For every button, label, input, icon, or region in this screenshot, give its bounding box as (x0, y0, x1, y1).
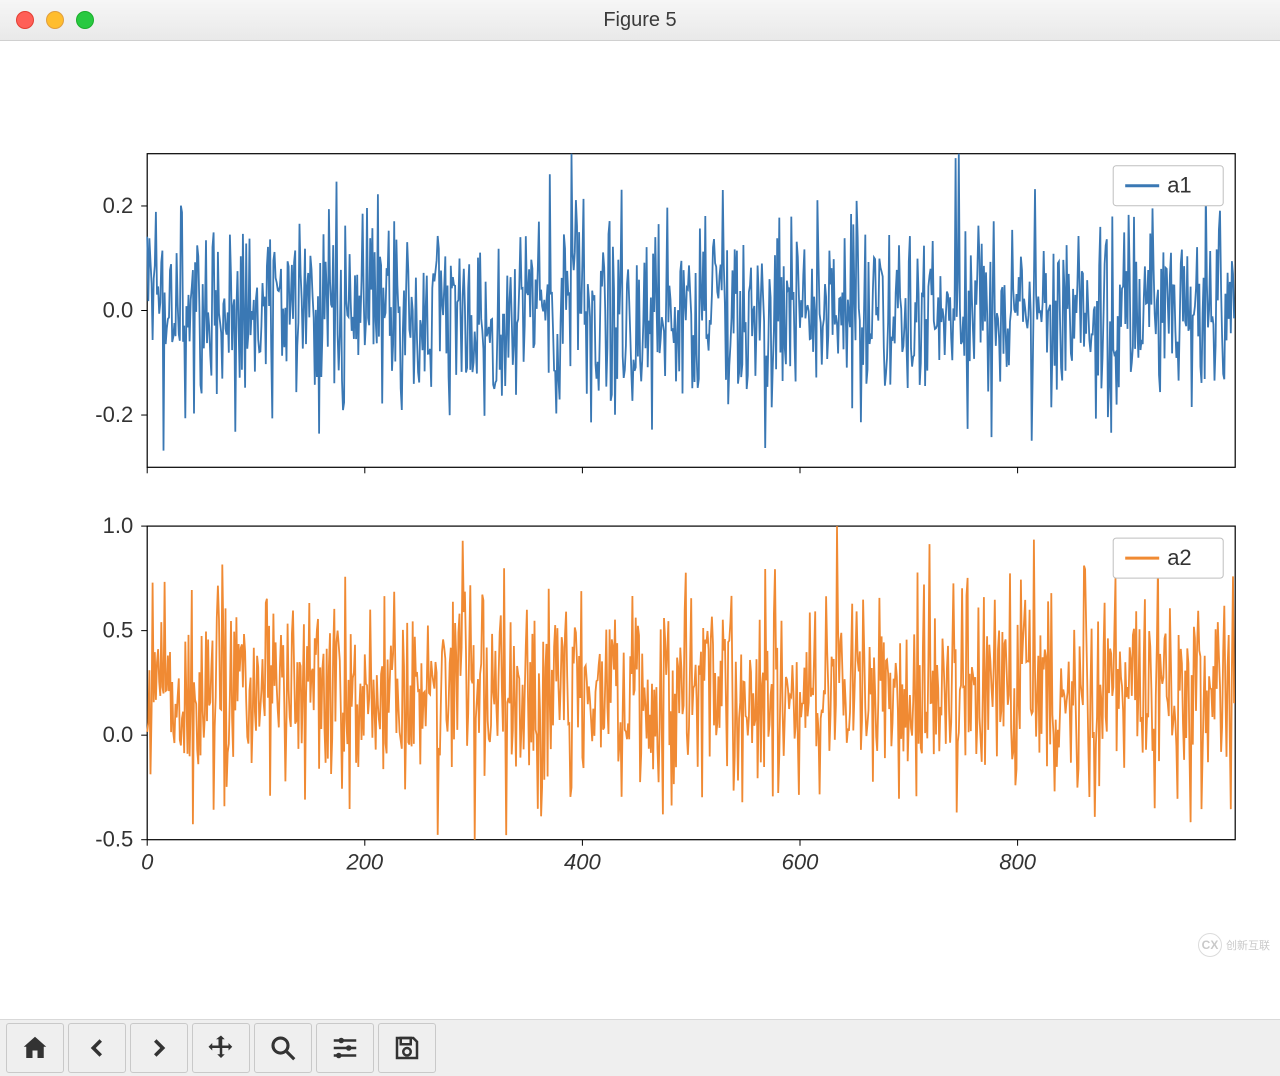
save-icon (392, 1033, 422, 1063)
minimize-icon[interactable] (46, 11, 64, 29)
back-button[interactable] (68, 1023, 126, 1073)
xtick-label: 400 (564, 850, 601, 875)
titlebar: Figure 5 (0, 0, 1280, 41)
pan-button[interactable] (192, 1023, 250, 1073)
watermark: CX 创新互联 (1198, 933, 1270, 957)
ytick-label: -0.5 (95, 827, 133, 852)
arrow-left-icon (82, 1033, 112, 1063)
figure-window: Figure 5 -0.2 0.0 0.2 a1 -0.5 0.0 0.5 1.0 0 200 40… (0, 0, 1280, 1076)
move-icon (206, 1033, 236, 1063)
window-title: Figure 5 (0, 9, 1280, 32)
plot-area: -0.2 0.0 0.2 a1 -0.5 0.0 0.5 1.0 0 200 400 600 800 a2 (0, 41, 1280, 1021)
close-icon[interactable] (16, 11, 34, 29)
figure-canvas: -0.2 0.0 0.2 a1 -0.5 0.0 0.5 1.0 0 200 400 600 800 a2… (0, 41, 1280, 1019)
home-icon (20, 1033, 50, 1063)
window-controls (16, 11, 94, 29)
arrow-right-icon (144, 1033, 174, 1063)
configure-button[interactable] (316, 1023, 374, 1073)
xtick-label: 800 (999, 850, 1036, 875)
ytick-label: 0.2 (103, 193, 134, 218)
ytick-label: 0.5 (103, 618, 134, 643)
watermark-text: 创新互联 (1226, 937, 1270, 953)
save-button[interactable] (378, 1023, 436, 1073)
sliders-icon (330, 1033, 360, 1063)
ytick-label: 0.0 (103, 722, 134, 747)
matplotlib-toolbar (0, 1019, 1280, 1076)
zoom-button[interactable] (254, 1023, 312, 1073)
xtick-label: 0 (141, 850, 154, 875)
ytick-label: 0.0 (103, 298, 134, 323)
xtick-label: 200 (345, 850, 383, 875)
legend-label: a2 (1167, 545, 1191, 570)
home-button[interactable] (6, 1023, 64, 1073)
magnifier-icon (268, 1033, 298, 1063)
ytick-label: -0.2 (95, 402, 133, 427)
ytick-label: 1.0 (103, 513, 134, 538)
legend-label: a1 (1167, 173, 1191, 198)
forward-button[interactable] (130, 1023, 188, 1073)
zoom-window-icon[interactable] (76, 11, 94, 29)
xtick-label: 600 (782, 850, 819, 875)
watermark-badge: CX (1198, 933, 1222, 957)
